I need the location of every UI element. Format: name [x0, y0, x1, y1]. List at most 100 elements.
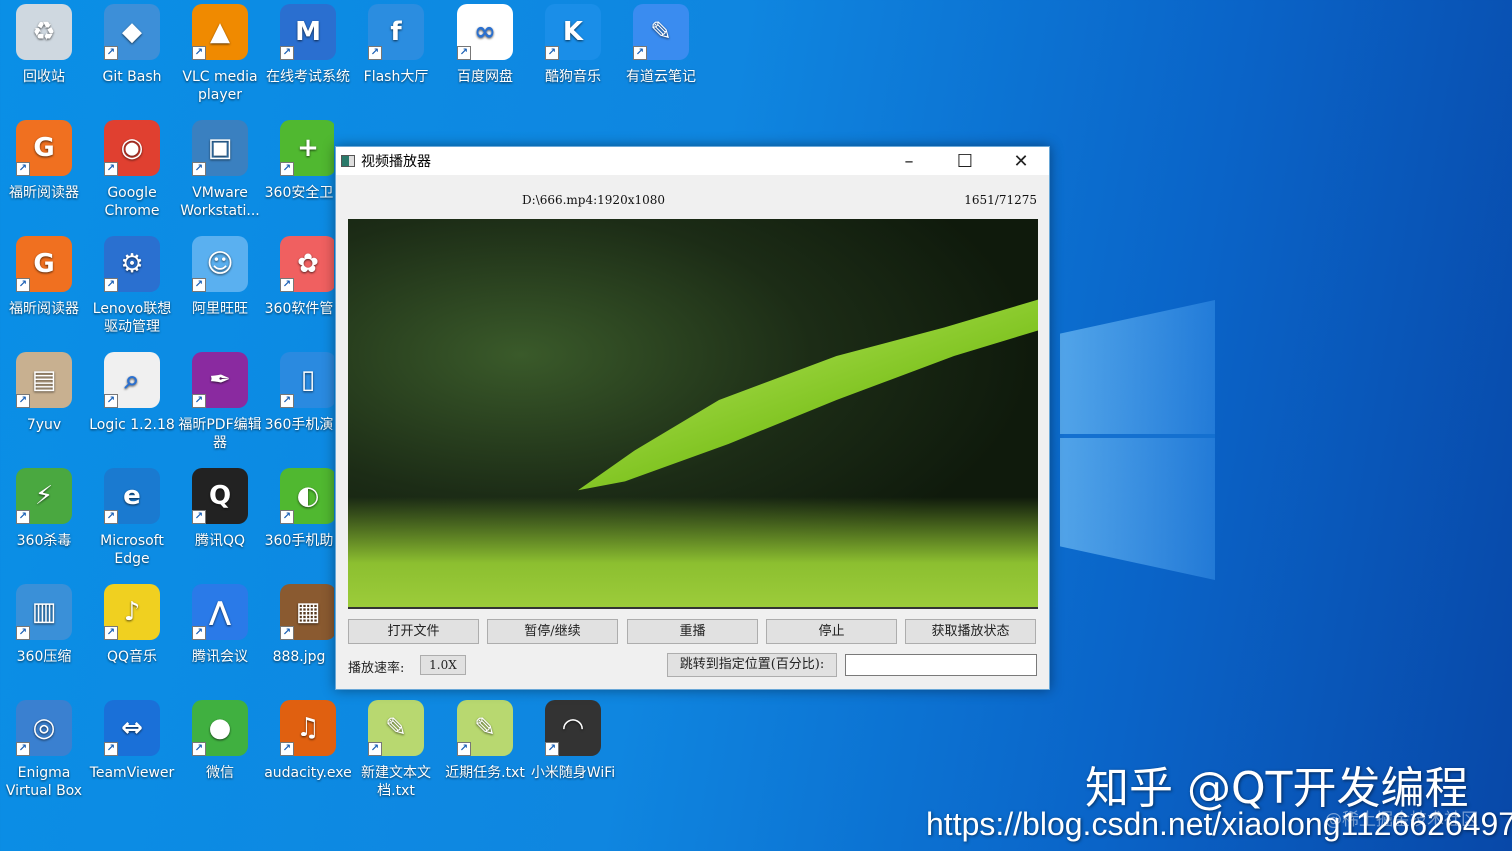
desktop-icon[interactable]: M ↗ 在线考试系统: [264, 0, 352, 86]
desktop-icon[interactable]: ◉ ↗ Google Chrome: [88, 116, 176, 220]
app-icon: ♪ ↗: [104, 584, 160, 640]
shortcut-arrow-icon: ↗: [280, 46, 294, 60]
speed-value-button[interactable]: 1.0X: [420, 655, 466, 675]
desktop-icon[interactable]: f ↗ Flash大厅: [352, 0, 440, 86]
desktop-icon[interactable]: ⌕ ↗ Logic 1.2.18: [88, 348, 176, 434]
desktop-icon[interactable]: ✎ ↗ 有道云笔记: [617, 0, 705, 86]
desktop-icon-label: 福昕PDF编辑器: [178, 417, 262, 451]
desktop-icon[interactable]: ✿ ↗ 360软件管: [264, 232, 334, 318]
desktop-icon[interactable]: ⇔ ↗ TeamViewer: [88, 696, 176, 782]
desktop-icon-label: 腾讯会议: [192, 649, 248, 665]
desktop-icon-label: 近期任务.txt: [445, 765, 525, 781]
desktop-icon[interactable]: ◠ ↗ 小米随身WiFi: [529, 696, 617, 782]
desktop-icon-label: Microsoft Edge: [100, 533, 164, 567]
app-icon: ♻: [16, 4, 72, 60]
app-icon: ◠ ↗: [545, 700, 601, 756]
desktop-icon[interactable]: ☺ ↗ 阿里旺旺: [176, 232, 264, 318]
desktop-icon[interactable]: G ↗ 福昕阅读器: [0, 232, 88, 318]
desktop-icon[interactable]: ▣ ↗ VMware Workstati...: [176, 116, 264, 220]
app-icon: ◎ ↗: [16, 700, 72, 756]
shortcut-arrow-icon: ↗: [16, 278, 30, 292]
desktop-icon[interactable]: G ↗ 福昕阅读器: [0, 116, 88, 202]
shortcut-arrow-icon: ↗: [192, 278, 206, 292]
app-icon: ⇔ ↗: [104, 700, 160, 756]
app-icon: Q ↗: [192, 468, 248, 524]
desktop-icon-label: 7yuv: [26, 417, 62, 433]
shortcut-arrow-icon: ↗: [545, 46, 559, 60]
title-bar[interactable]: 视频播放器 – ☐ ✕: [336, 147, 1049, 175]
desktop-icon[interactable]: ◆ ↗ Git Bash: [88, 0, 176, 86]
desktop-icon-label: QQ音乐: [106, 649, 158, 665]
shortcut-arrow-icon: ↗: [280, 278, 294, 292]
app-icon: ⋀ ↗: [192, 584, 248, 640]
desktop-icon[interactable]: ◐ ↗ 360手机助: [264, 464, 334, 550]
shortcut-arrow-icon: ↗: [192, 46, 206, 60]
get-status-button[interactable]: 获取播放状态: [905, 619, 1036, 644]
desktop-icon[interactable]: e ↗ Microsoft Edge: [88, 464, 176, 568]
seek-button[interactable]: 跳转到指定位置(百分比):: [667, 653, 837, 677]
desktop-icon[interactable]: ▲ ↗ VLC media player: [176, 0, 264, 104]
pause-resume-button[interactable]: 暂停/继续: [487, 619, 618, 644]
shortcut-arrow-icon: ↗: [104, 162, 118, 176]
desktop-icon[interactable]: ◎ ↗ Enigma Virtual Box: [0, 696, 88, 800]
open-file-button[interactable]: 打开文件: [348, 619, 479, 644]
desktop-icon[interactable]: ⋀ ↗ 腾讯会议: [176, 580, 264, 666]
app-icon: ✎ ↗: [368, 700, 424, 756]
video-display[interactable]: [348, 219, 1038, 609]
stop-button[interactable]: 停止: [766, 619, 897, 644]
shortcut-arrow-icon: ↗: [280, 162, 294, 176]
desktop-icon[interactable]: ▤ ↗ 7yuv: [0, 348, 88, 434]
shortcut-arrow-icon: ↗: [368, 742, 382, 756]
shortcut-arrow-icon: ↗: [280, 626, 294, 640]
desktop-icon-label: 酷狗音乐: [545, 69, 601, 85]
app-icon: ▲ ↗: [192, 4, 248, 60]
desktop-icon[interactable]: ✎ ↗ 近期任务.txt: [441, 696, 529, 782]
desktop-icon-label: 福昕阅读器: [9, 301, 79, 317]
minimize-icon[interactable]: –: [881, 151, 937, 172]
desktop-icon[interactable]: ♪ ↗ QQ音乐: [88, 580, 176, 666]
desktop-icon[interactable]: ✎ ↗ 新建文本文档.txt: [352, 696, 440, 800]
shortcut-arrow-icon: ↗: [192, 626, 206, 640]
app-icon: ⌕ ↗: [104, 352, 160, 408]
desktop-icon[interactable]: ▥ ↗ 360压缩: [0, 580, 88, 666]
desktop-icon[interactable]: ⚡ ↗ 360杀毒: [0, 464, 88, 550]
desktop-icon-label: 百度网盘: [457, 69, 513, 85]
desktop-icon[interactable]: ▯ ↗ 360手机演: [264, 348, 334, 434]
shortcut-arrow-icon: ↗: [16, 742, 30, 756]
desktop-icon-label: 腾讯QQ: [194, 533, 246, 549]
desktop-icon-label: 在线考试系统: [266, 69, 350, 85]
shortcut-arrow-icon: ↗: [104, 46, 118, 60]
app-icon: ▥ ↗: [16, 584, 72, 640]
desktop-icon[interactable]: ✒ ↗ 福昕PDF编辑器: [176, 348, 264, 452]
desktop-icon-label: Enigma Virtual Box: [5, 765, 83, 799]
seek-percent-input[interactable]: [845, 654, 1037, 676]
desktop-icon-label: TeamViewer: [89, 765, 175, 781]
shortcut-arrow-icon: ↗: [280, 394, 294, 408]
desktop-icon[interactable]: ♫ ↗ audacity.exe: [264, 696, 352, 782]
app-icon: f ↗: [368, 4, 424, 60]
desktop-icon[interactable]: ⚙ ↗ Lenovo联想驱动管理: [88, 232, 176, 336]
desktop-icon[interactable]: ∞ ↗ 百度网盘: [441, 0, 529, 86]
desktop-icon[interactable]: K ↗ 酷狗音乐: [529, 0, 617, 86]
close-icon[interactable]: ✕: [993, 151, 1049, 172]
desktop-icon[interactable]: + ↗ 360安全卫: [264, 116, 334, 202]
desktop-icon[interactable]: ♻ 回收站: [0, 0, 88, 86]
desktop-icon-label: VLC media player: [182, 69, 258, 103]
maximize-icon[interactable]: ☐: [937, 151, 993, 172]
frame-counter: 1651/71275: [964, 193, 1037, 207]
desktop-icon-label: 有道云笔记: [626, 69, 696, 85]
app-icon: ▣ ↗: [192, 120, 248, 176]
desktop-icon[interactable]: ▦ ↗ 888.jpg: [264, 580, 334, 666]
desktop-icon-label: 360手机助: [264, 533, 334, 549]
desktop-icon-label: 360杀毒: [16, 533, 72, 549]
shortcut-arrow-icon: ↗: [280, 742, 294, 756]
desktop-icon[interactable]: Q ↗ 腾讯QQ: [176, 464, 264, 550]
app-icon: ♫ ↗: [280, 700, 336, 756]
app-icon: ◉ ↗: [104, 120, 160, 176]
shortcut-arrow-icon: ↗: [192, 742, 206, 756]
app-icon: ◆ ↗: [104, 4, 160, 60]
desktop-icon-label: 小米随身WiFi: [530, 765, 616, 781]
desktop-icon[interactable]: ● ↗ 微信: [176, 696, 264, 782]
replay-button[interactable]: 重播: [627, 619, 758, 644]
app-icon: ☺ ↗: [192, 236, 248, 292]
